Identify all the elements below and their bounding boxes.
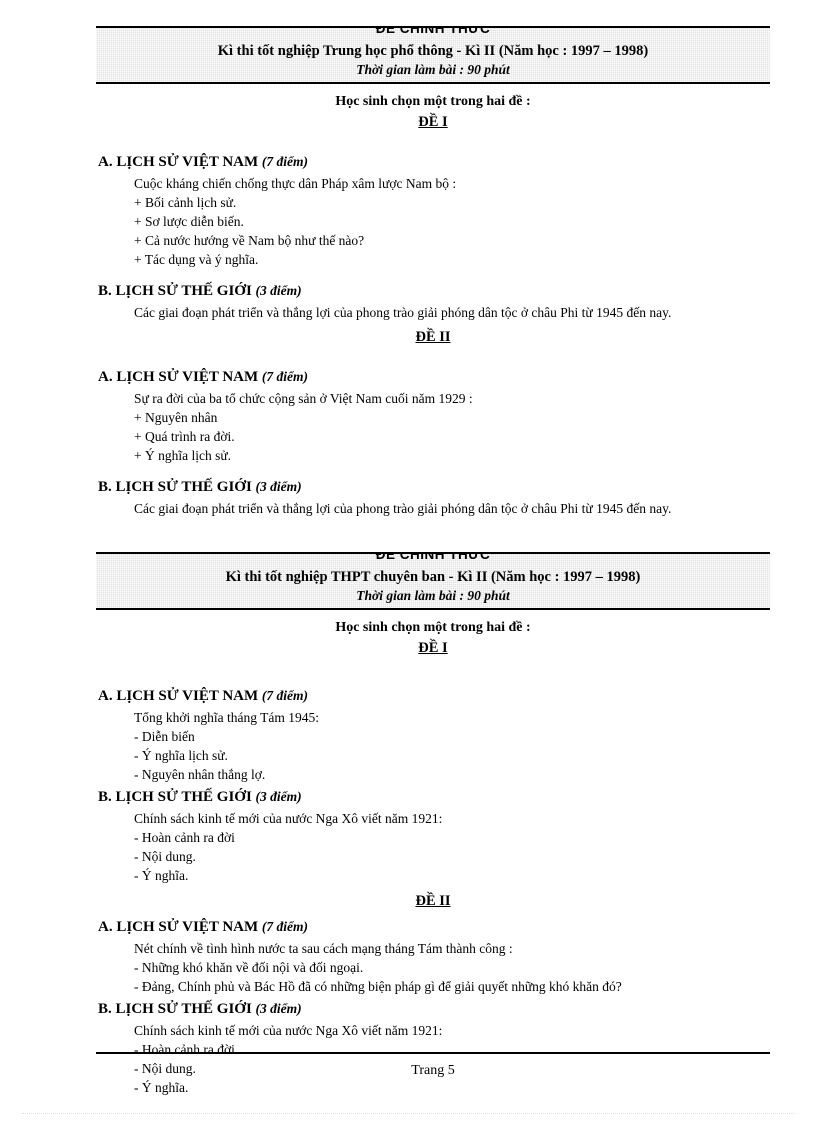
section-lead: Chính sách kinh tế mới của nước Nga Xô v… (134, 811, 443, 826)
section-points-b: (3 điểm) (255, 789, 302, 804)
list-item: + Bối cảnh lịch sử. (134, 195, 237, 210)
exam-duration: Thời gian làm bài : 90 phút (356, 588, 510, 603)
document-content: ĐỀ CHÍNH THỨC Kì thi tốt nghiệp Trung họ… (96, 0, 770, 1097)
section-heading-b-text: B. LỊCH SỬ THẾ GIỚI (98, 1001, 252, 1017)
exam-header-block: ĐỀ CHÍNH THỨC Kì thi tốt nghiệp THPT chu… (96, 552, 770, 610)
list-item: - Những khó khăn về đối nội và đối ngoại… (134, 960, 364, 975)
section-lead: Các giai đoạn phát triển và thắng lợi củ… (134, 501, 672, 516)
section-heading-b-text: B. LỊCH SỬ THẾ GIỚI (98, 283, 252, 299)
section-lead: Các giai đoạn phát triển và thắng lợi củ… (134, 305, 672, 320)
exam-title: Kì thi tốt nghiệp THPT chuyên ban - Kì I… (225, 569, 641, 585)
section-points-a: (7 điểm) (261, 688, 309, 703)
list-item: + Sơ lược diễn biến. (134, 214, 244, 229)
section-lead: Chính sách kinh tế mới của nước Nga Xô v… (134, 1023, 443, 1038)
section-points-a: (7 điểm) (261, 919, 309, 934)
section-heading-b: B. LỊCH SỬ THẾ GIỚI (3 điểm) (98, 787, 770, 807)
list-item: - Đảng, Chính phủ và Bác Hồ đã có những … (134, 979, 622, 994)
topic-label-de-ii: ĐỀ II (415, 893, 451, 909)
topic-label-de-ii: ĐỀ II (415, 329, 451, 345)
page-number: Trang 5 (411, 1063, 455, 1078)
section-lead: Cuộc kháng chiến chống thực dân Pháp xâm… (134, 176, 457, 191)
section-heading-b: B. LỊCH SỬ THẾ GIỚI (3 điểm) (98, 281, 770, 301)
section-heading-b: B. LỊCH SỬ THẾ GIỚI (3 điểm) (98, 477, 770, 497)
official-stamp-text: ĐỀ CHÍNH THỨC (375, 554, 491, 562)
bottom-dotted-rule (22, 1113, 794, 1114)
exam-instruction: Học sinh chọn một trong hai đề : (335, 620, 531, 635)
exam-duration: Thời gian làm bài : 90 phút (356, 62, 510, 77)
topic-label-de-i: ĐỀ I (418, 114, 448, 130)
section-points-a: (7 điểm) (261, 369, 309, 384)
section-heading-b: B. LỊCH SỬ THẾ GIỚI (3 điểm) (98, 999, 770, 1019)
official-stamp: ĐỀ CHÍNH THỨC (96, 28, 770, 42)
section-points-a: (7 điểm) (261, 154, 309, 169)
section-points-b: (3 điểm) (255, 1001, 302, 1016)
list-item: - Nội dung. (134, 849, 196, 864)
official-stamp: ĐỀ CHÍNH THỨC (96, 554, 770, 568)
section-heading-a-text: A. LỊCH SỬ VIỆT NAM (98, 369, 259, 385)
exam-instruction: Học sinh chọn một trong hai đề : (335, 94, 531, 109)
list-item: + Quá trình ra đời. (134, 429, 235, 444)
list-item: + Nguyên nhân (134, 410, 218, 425)
section-heading-a: A. LỊCH SỬ VIỆT NAM (7 điểm) (98, 152, 770, 172)
list-item: + Cả nước hướng về Nam bộ như thế nào? (134, 233, 365, 248)
section-points-b: (3 điểm) (255, 479, 302, 494)
section-heading-a-text: A. LỊCH SỬ VIỆT NAM (98, 688, 259, 704)
list-item: + Ý nghĩa lịch sử. (134, 448, 232, 463)
section-heading-a: A. LỊCH SỬ VIỆT NAM (7 điểm) (98, 367, 770, 387)
list-item: - Nguyên nhân thắng lợ. (134, 767, 266, 782)
list-item: - Diễn biến (134, 729, 195, 744)
official-stamp-text: ĐỀ CHÍNH THỨC (375, 28, 491, 36)
page-footer: Trang 5 (96, 1052, 770, 1080)
footer-divider (96, 1052, 770, 1054)
exam-header-block: ĐỀ CHÍNH THỨC Kì thi tốt nghiệp Trung họ… (96, 26, 770, 84)
list-item: - Ý nghĩa. (134, 868, 189, 883)
list-item: - Ý nghĩa. (134, 1080, 189, 1095)
section-heading-a: A. LỊCH SỬ VIỆT NAM (7 điểm) (98, 686, 770, 706)
list-item: - Hoàn cảnh ra đời (134, 830, 235, 845)
section-heading-a: A. LỊCH SỬ VIỆT NAM (7 điểm) (98, 917, 770, 937)
section-heading-b-text: B. LỊCH SỬ THẾ GIỚI (98, 479, 252, 495)
list-item: + Tác dụng và ý nghĩa. (134, 252, 259, 267)
document-page: ĐỀ CHÍNH THỨC Kì thi tốt nghiệp Trung họ… (0, 0, 816, 1123)
exam-title: Kì thi tốt nghiệp Trung học phổ thông - … (217, 43, 649, 59)
section-heading-b-text: B. LỊCH SỬ THẾ GIỚI (98, 789, 252, 805)
section-lead: Sự ra đời của ba tổ chức cộng sản ở Việt… (134, 391, 473, 406)
topic-label-de-i: ĐỀ I (418, 640, 448, 656)
section-heading-a-text: A. LỊCH SỬ VIỆT NAM (98, 154, 259, 170)
section-points-b: (3 điểm) (255, 283, 302, 298)
list-item: - Ý nghĩa lịch sử. (134, 748, 228, 763)
section-lead: Nét chính về tình hình nước ta sau cách … (134, 941, 513, 956)
section-lead: Tổng khởi nghĩa tháng Tám 1945: (134, 710, 319, 725)
section-heading-a-text: A. LỊCH SỬ VIỆT NAM (98, 919, 259, 935)
